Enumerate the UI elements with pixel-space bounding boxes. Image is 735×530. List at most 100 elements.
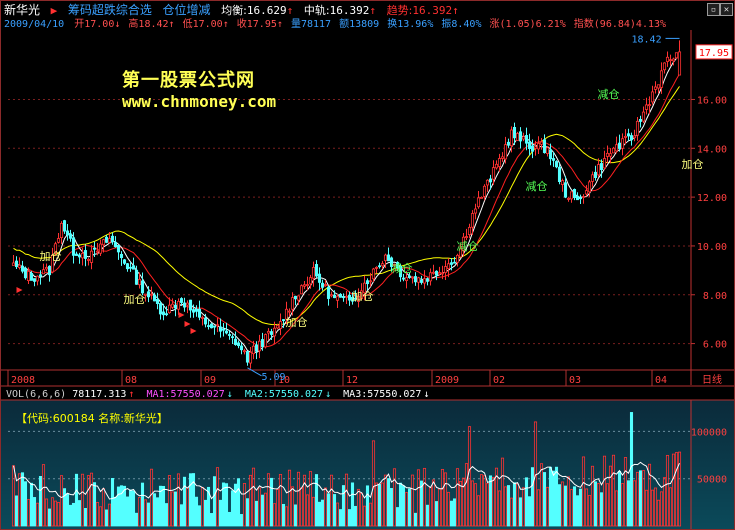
candle-body xyxy=(410,276,415,279)
candle-body xyxy=(491,167,496,180)
volume-bar xyxy=(626,480,631,527)
candle-body xyxy=(125,263,130,270)
volume-bar xyxy=(128,489,133,527)
candle-body xyxy=(626,133,631,137)
kline-chart[interactable]: 6.00 8.00 10.00 12.00 14.00 16.00 50000 100000 2… xyxy=(0,0,735,530)
volume-bar xyxy=(518,497,523,527)
candle-body xyxy=(659,70,664,88)
volume-bar xyxy=(338,509,343,527)
ma-white-line xyxy=(13,55,680,354)
candle-body xyxy=(533,146,538,149)
candle-body xyxy=(404,277,409,281)
candle-body xyxy=(578,197,583,200)
volume-bar xyxy=(188,473,193,527)
volume-bar xyxy=(239,514,244,527)
candle-body xyxy=(167,304,172,314)
candle-body xyxy=(536,143,541,150)
candle-body xyxy=(20,265,25,272)
candle-body xyxy=(467,226,472,236)
candle-body xyxy=(221,328,226,331)
candle-body xyxy=(488,178,493,183)
volume-bar xyxy=(419,480,424,527)
volume-bar xyxy=(341,485,346,527)
watermark-url: www.chnmoney.com xyxy=(122,92,277,111)
candle-body xyxy=(245,351,250,363)
close-price-tag-label: 17.95 xyxy=(699,48,729,59)
candle-body xyxy=(215,324,220,327)
price-tick-label: 6.00 xyxy=(703,340,727,351)
candle-body xyxy=(44,267,49,270)
candle-body xyxy=(323,284,328,286)
candle-body xyxy=(200,317,205,319)
candle-body xyxy=(170,303,175,308)
volume-bar xyxy=(326,493,331,527)
candle-body xyxy=(233,338,238,345)
candle-body xyxy=(548,149,553,160)
candle-body xyxy=(569,191,574,200)
candle-body xyxy=(416,277,421,283)
candle-body xyxy=(632,135,637,139)
candle-body xyxy=(254,344,259,352)
signal-label: 减仓 xyxy=(526,179,548,193)
volume-bar xyxy=(317,501,322,527)
candle-body xyxy=(224,330,229,334)
stock-chart-window: 新华光 ▶ 筹码超跌综合选 仓位增减 均衡:16.629↑ 中轨:16.392↑… xyxy=(0,0,735,530)
candle-body xyxy=(590,174,595,182)
candle-body xyxy=(203,317,208,325)
candle-body xyxy=(674,52,679,59)
candle-body xyxy=(638,118,643,122)
candle-body xyxy=(296,295,301,301)
candle-body xyxy=(326,286,331,299)
candle-body xyxy=(671,58,676,62)
volume-bar xyxy=(389,488,394,527)
ma2-arrow-icon: ↓ xyxy=(325,389,332,400)
candle-body xyxy=(29,272,34,281)
candle-body xyxy=(131,265,136,270)
candle-body xyxy=(11,262,16,266)
candle-body xyxy=(428,272,433,282)
ma3-arrow-icon: ↓ xyxy=(423,389,430,400)
candle-body xyxy=(440,272,445,275)
candle-body xyxy=(107,238,112,243)
volume-bar xyxy=(20,472,25,527)
stock-code-line: 【代码:600184 名称:新华光】 xyxy=(16,412,168,425)
candle-body xyxy=(230,336,235,339)
candle-body xyxy=(551,158,556,161)
candle-body xyxy=(374,266,379,269)
volume-bar xyxy=(77,500,82,527)
candle-body xyxy=(581,196,586,198)
candle-body xyxy=(140,280,145,294)
volume-bar xyxy=(593,481,598,527)
candle-body xyxy=(92,247,97,250)
signal-label: 加仓 xyxy=(124,292,146,306)
volume-bar xyxy=(347,509,352,527)
candle-body xyxy=(644,104,649,110)
volume-bar xyxy=(350,482,355,527)
candle-body xyxy=(17,264,22,268)
volume-bar xyxy=(551,470,556,527)
candle-body xyxy=(266,330,271,334)
candle-body xyxy=(377,265,382,268)
signal-label: 加仓 xyxy=(352,289,374,303)
buy-arrow-icon xyxy=(184,321,191,327)
candle-body xyxy=(527,141,532,150)
candle-body xyxy=(155,299,160,305)
volume-bar xyxy=(542,472,547,527)
candle-body xyxy=(197,308,202,318)
volume-bar xyxy=(104,509,109,527)
candle-body xyxy=(422,278,427,284)
volume-bar xyxy=(74,473,79,527)
candle-body xyxy=(401,277,406,280)
candle-body xyxy=(206,325,211,327)
candle-body xyxy=(656,84,661,89)
volume-bar xyxy=(62,488,67,527)
vol-ma3: MA3:57550.027 xyxy=(343,389,422,400)
candle-body xyxy=(104,236,109,243)
volume-bar xyxy=(65,493,70,527)
candle-body xyxy=(449,262,454,265)
volume-bar xyxy=(152,493,157,527)
candle-body xyxy=(620,138,625,149)
candle-body xyxy=(587,181,592,193)
candle-body xyxy=(113,242,118,248)
candle-body xyxy=(602,158,607,169)
